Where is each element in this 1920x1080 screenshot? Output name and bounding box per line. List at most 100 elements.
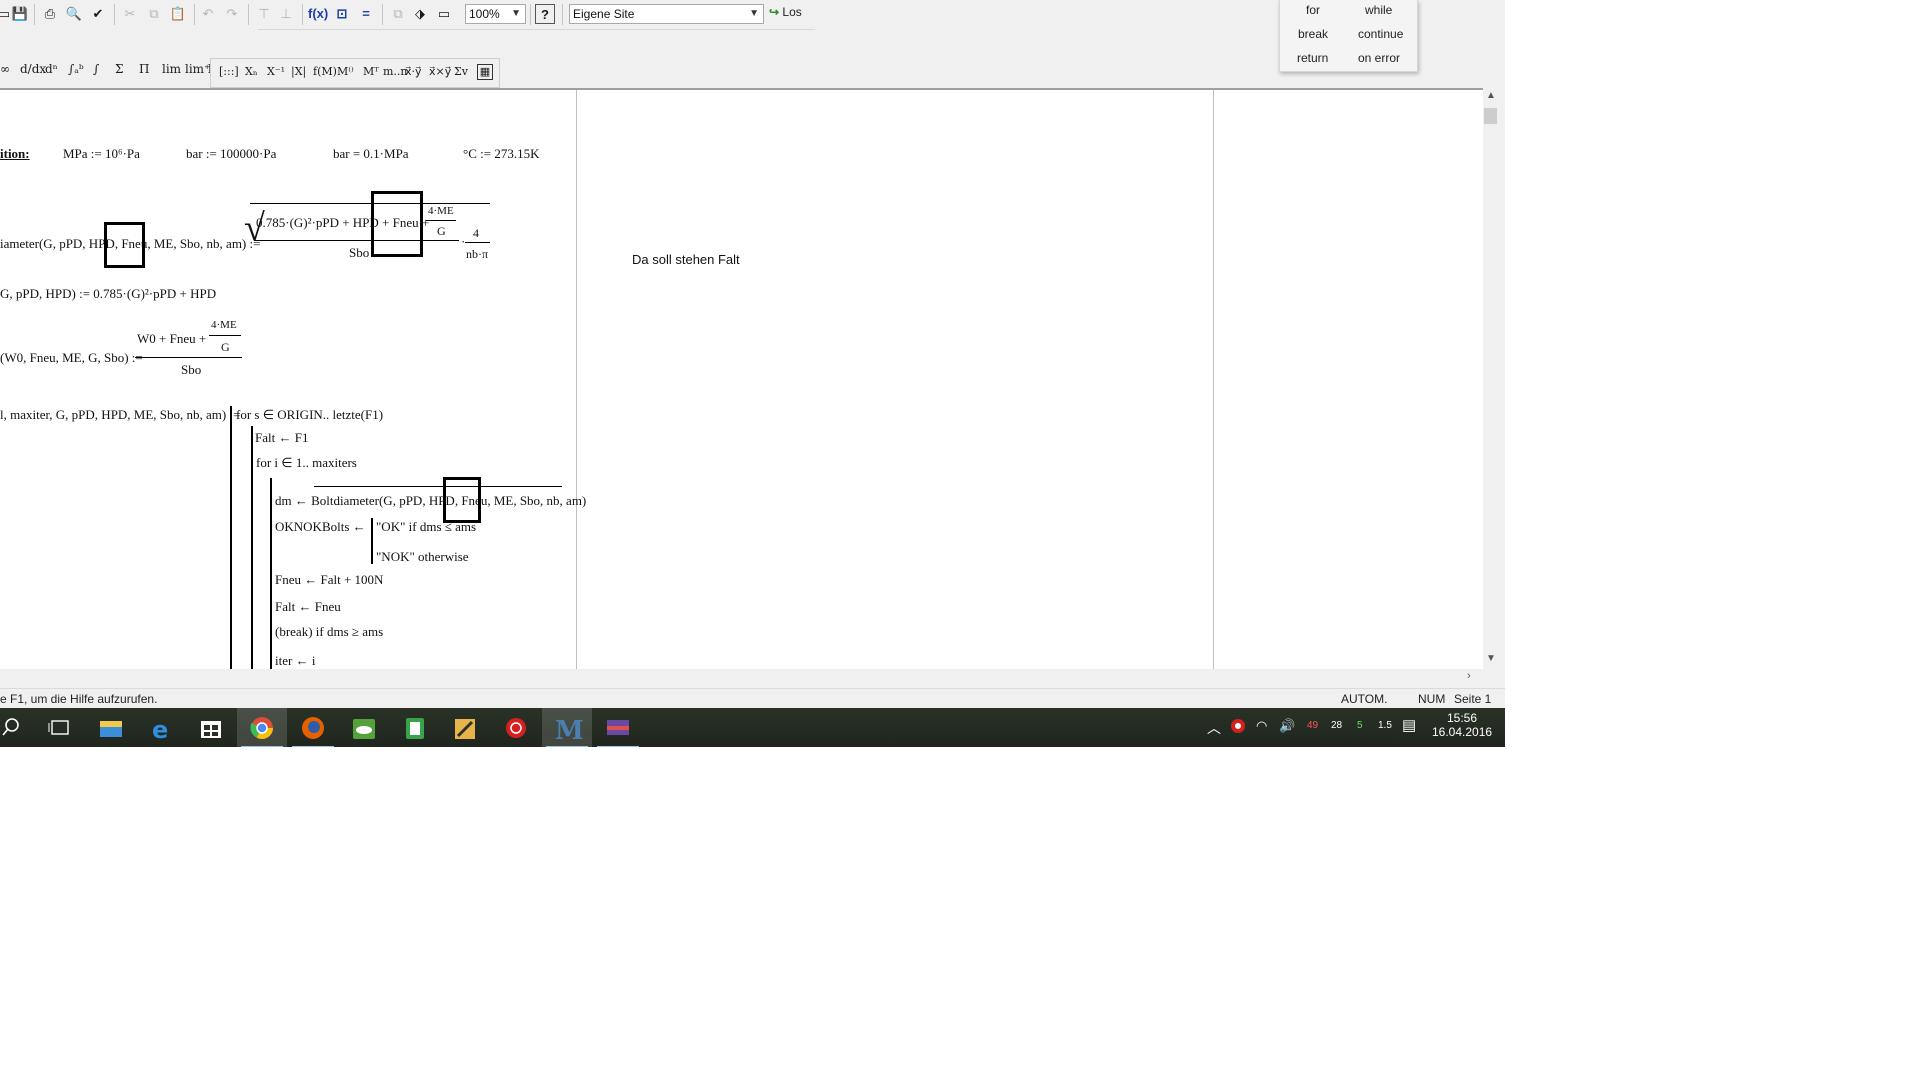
cut-icon[interactable]: ✂ (120, 4, 140, 24)
chrome-icon[interactable] (237, 708, 287, 747)
boltdiameter-four[interactable]: 4 (473, 226, 479, 241)
boltdiameter-denominator[interactable]: Sbo (349, 245, 369, 261)
print-preview-icon[interactable]: 🔍 (64, 4, 84, 24)
resource-icon[interactable]: ⬗ (410, 4, 430, 24)
align-down-icon[interactable]: ⊥ (276, 4, 296, 24)
f-inner-frac-den[interactable]: G (221, 340, 230, 355)
cross-product-icon[interactable]: x⃗×y⃗ (429, 65, 451, 78)
window-icon[interactable]: ▭ (434, 4, 454, 24)
break-button[interactable]: break (1298, 27, 1328, 41)
picture-icon[interactable]: ▦ (477, 64, 493, 80)
definite-integral-icon[interactable]: ∫ₐᵇ (68, 62, 84, 76)
sum-icon[interactable]: Σ (115, 62, 123, 76)
program-falt-update[interactable]: Falt ← Fneu (275, 599, 341, 615)
notes-app-icon[interactable] (390, 708, 440, 747)
for-button[interactable]: for (1306, 3, 1320, 17)
search-icon[interactable] (0, 708, 36, 747)
product-icon[interactable]: Π (139, 62, 149, 76)
scroll-up-icon[interactable]: ▲ (1486, 90, 1496, 101)
save-icon[interactable]: 💾 (10, 4, 30, 24)
security-tray-icon[interactable] (1230, 718, 1246, 737)
boltdiameter-npi[interactable]: nb·π (466, 247, 488, 262)
align-top-icon[interactable]: ⊤ (254, 4, 274, 24)
volume-icon[interactable]: 🔊 (1279, 718, 1295, 734)
f-inner-frac-num[interactable]: 4·ME (211, 319, 237, 331)
range-icon[interactable]: m..n (383, 65, 408, 78)
on-error-button[interactable]: on error (1358, 51, 1400, 65)
task-view-icon[interactable] (36, 708, 86, 747)
vector-sum-icon[interactable]: Σv (454, 65, 468, 78)
store-icon[interactable] (186, 708, 236, 747)
annotation-text[interactable]: Da soll stehen Falt (632, 252, 740, 267)
boltdiameter-inner-frac-num[interactable]: 4·ME (428, 205, 454, 217)
zoom-select[interactable]: 100% ▼ (465, 4, 526, 24)
cloud-app-icon[interactable] (339, 708, 389, 747)
column-icon[interactable]: M⁽⁾ (337, 65, 354, 78)
limit-icon[interactable]: lim (162, 62, 181, 76)
f-function-lhs[interactable]: (W0, Fneu, ME, G, Sbo) := (0, 350, 143, 366)
spellcheck-icon[interactable]: ✔ (88, 4, 108, 24)
limit-right-icon[interactable]: lim⁺ (185, 62, 210, 76)
while-button[interactable]: while (1365, 3, 1392, 17)
chevron-up-icon[interactable]: ︿ (1207, 718, 1221, 738)
program-dm-assign[interactable]: dm ← Boltdiameter(G, pPD, HPD, Fneu, ME,… (275, 493, 586, 509)
nth-derivative-icon[interactable]: dⁿ (45, 62, 58, 76)
unit-mpa-definition[interactable]: MPa := 10⁶·Pa (63, 146, 140, 162)
unit-bar-definition[interactable]: bar := 100000·Pa (186, 146, 276, 162)
continue-button[interactable]: continue (1358, 27, 1403, 41)
notification-icon[interactable]: ▤ (1402, 716, 1416, 734)
firefox-icon[interactable] (288, 708, 338, 747)
integral-icon[interactable]: ∫ (93, 62, 99, 76)
scroll-thumb[interactable] (1484, 108, 1497, 124)
help-icon[interactable]: ? (535, 4, 555, 24)
inverse-icon[interactable]: X⁻¹ (267, 65, 285, 78)
program-nok-branch[interactable]: "NOK" otherwise (376, 549, 469, 565)
derivative-icon[interactable]: d/dx (20, 62, 46, 76)
program-falt-init[interactable]: Falt ← F1 (255, 430, 308, 446)
mathcad-icon[interactable]: M (542, 708, 592, 747)
component-icon[interactable]: ⧉ (388, 4, 408, 24)
scroll-down-icon[interactable]: ▼ (1486, 653, 1496, 664)
calculate-icon[interactable]: = (356, 4, 376, 24)
clock[interactable]: 15:56 16.04.2016 (1432, 711, 1492, 739)
vectorize-icon[interactable]: f(M) (313, 65, 337, 78)
program-oknok-assign[interactable]: OKNOKBolts ← (275, 519, 366, 535)
paste-icon[interactable]: 📋 (168, 4, 188, 24)
f-function-denominator[interactable]: Sbo (181, 362, 201, 378)
scroll-right-icon[interactable]: › (1467, 670, 1471, 682)
file-explorer-icon[interactable] (86, 708, 136, 747)
insert-function-icon[interactable]: f(x) (308, 4, 328, 24)
determinant-icon[interactable]: |X| (291, 65, 306, 78)
insert-unit-icon[interactable]: ⊡ (332, 4, 352, 24)
program-ok-branch[interactable]: "OK" if dms ≤ ams (376, 519, 476, 535)
f-function-numerator[interactable]: W0 + Fneu + (137, 331, 206, 347)
wifi-icon[interactable]: ◠ (1256, 718, 1267, 734)
redo-icon[interactable]: ↷ (222, 4, 242, 24)
pencil-app-icon[interactable] (440, 708, 490, 747)
subscript-icon[interactable]: Xₙ (245, 65, 258, 78)
image-app-icon[interactable] (593, 708, 643, 747)
matrix-icon[interactable]: [:::] (219, 65, 239, 78)
dot-product-icon[interactable]: x⃗·y⃗ (405, 65, 422, 78)
program-iter-assign[interactable]: iter ← i (275, 653, 315, 669)
transpose-icon[interactable]: Mᵀ (363, 65, 379, 78)
print-icon[interactable]: ⎙ (40, 4, 60, 24)
program-lhs[interactable]: l, maxiter, G, pPD, HPD, ME, Sbo, nb, am… (0, 407, 240, 423)
w0-definition[interactable]: G, pPD, HPD) := 0.785·(G)²·pPD + HPD (0, 286, 216, 302)
infinity-icon[interactable]: ∞ (0, 62, 10, 76)
program-fneu-update[interactable]: Fneu ← Falt + 100N (275, 572, 383, 588)
program-break-condition[interactable]: (break) if dms ≥ ams (275, 624, 383, 640)
edge-browser-icon[interactable]: e (136, 708, 186, 747)
unit-bar-evaluation[interactable]: bar = 0.1·MPa (333, 146, 409, 162)
horizontal-scrollbar[interactable]: › (0, 669, 1498, 686)
copy-icon[interactable]: ⧉ (144, 4, 164, 24)
program-for-s[interactable]: for s ∈ ORIGIN.. letzte(F1) (236, 407, 383, 423)
return-button[interactable]: return (1297, 51, 1328, 65)
red-app-icon[interactable] (491, 708, 541, 747)
boltdiameter-inner-frac-den[interactable]: G (437, 224, 446, 239)
site-select[interactable]: Eigene Site ▼ (569, 4, 764, 24)
unit-celsius-definition[interactable]: °C := 273.15K (463, 146, 539, 162)
vertical-scrollbar[interactable]: ▲ ▼ (1483, 88, 1498, 669)
worksheet[interactable]: ition: MPa := 10⁶·Pa bar := 100000·Pa ba… (0, 88, 1483, 669)
undo-icon[interactable]: ↶ (198, 4, 218, 24)
